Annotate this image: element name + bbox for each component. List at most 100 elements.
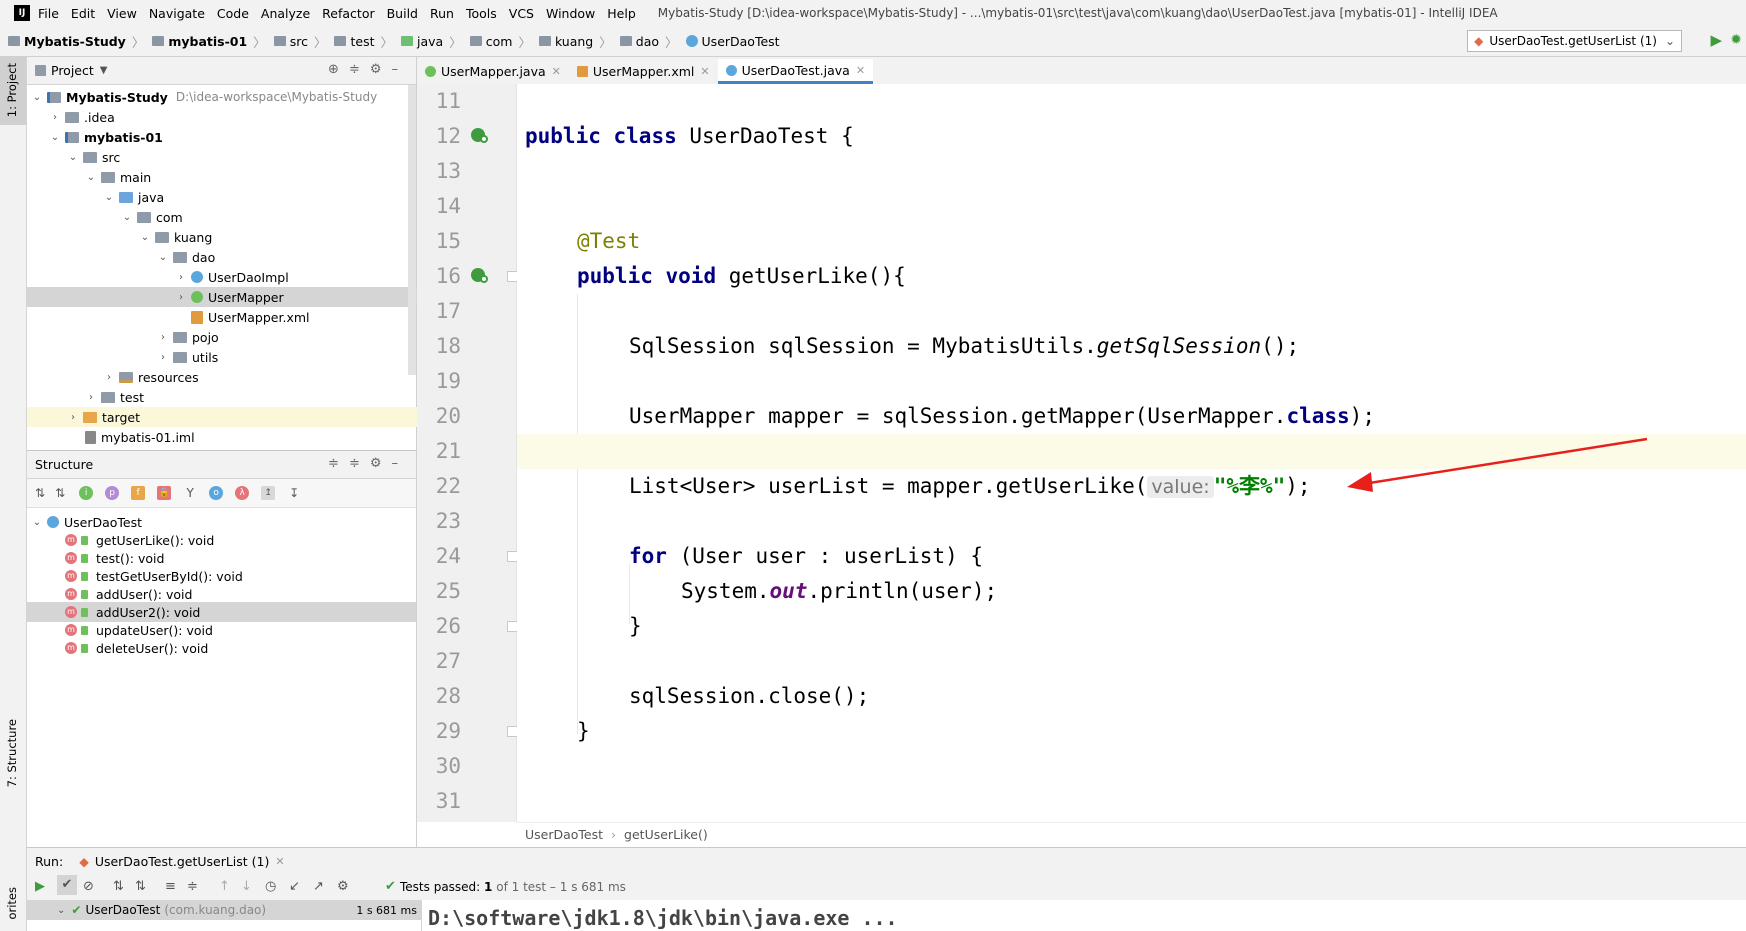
structure-method[interactable]: m updateUser(): void xyxy=(27,620,454,640)
breadcrumb-dao[interactable]: dao 〉 xyxy=(616,32,678,51)
menu-tools[interactable]: Tools xyxy=(466,6,497,21)
structure-toolbar: ⇅ ⇅ i p f 🔒 Y o λ ↥ ↧ xyxy=(27,479,416,508)
editor-breadcrumb-method[interactable]: getUserLike() xyxy=(624,827,708,842)
autoscroll-from-source-icon[interactable]: ↧ xyxy=(287,486,301,500)
collapse-all-icon[interactable]: ≑ xyxy=(187,879,198,894)
breadcrumb-test[interactable]: test 〉 xyxy=(330,32,393,51)
run-test-method-icon[interactable] xyxy=(471,268,488,283)
close-icon[interactable]: ✕ xyxy=(552,65,561,78)
tree-item-target[interactable]: › target xyxy=(27,407,456,427)
structure-method[interactable]: m test(): void xyxy=(27,548,454,568)
editor-gutter: 11 12 13 14 15 16 17 18 19 20 21 22 23 2… xyxy=(417,84,518,822)
breadcrumb-class[interactable]: UserDaoTest xyxy=(682,34,780,49)
sort-visibility-icon[interactable]: ⇅ xyxy=(55,486,65,500)
close-icon[interactable]: ✕ xyxy=(700,65,709,78)
show-lambdas-icon[interactable]: λ xyxy=(235,486,250,500)
structure-method[interactable]: m addUser(): void xyxy=(27,584,454,604)
breadcrumb-kuang[interactable]: kuang 〉 xyxy=(535,32,612,51)
next-failed-icon[interactable]: ↓ xyxy=(241,879,252,894)
menu-run[interactable]: Run xyxy=(430,6,454,21)
structure-panel-title[interactable]: Structure xyxy=(35,457,93,472)
expand-all-icon[interactable]: ≡ xyxy=(165,879,176,894)
structure-panel-tools[interactable]: ≑≑⚙– xyxy=(328,456,408,471)
code-editor[interactable]: public class UserDaoTest { @Test public … xyxy=(517,84,1746,822)
export-tests-icon[interactable]: ↗ xyxy=(313,879,324,894)
breadcrumb-src[interactable]: src 〉 xyxy=(270,32,326,51)
sort-alpha-icon[interactable]: ⇅ xyxy=(35,486,45,500)
show-fields-icon[interactable]: f xyxy=(131,486,146,500)
sort-alpha-icon[interactable]: ⇅ xyxy=(113,879,124,894)
run-icon[interactable]: ▶ xyxy=(1710,31,1722,49)
tree-item-src[interactable]: ⌄ src xyxy=(27,147,456,167)
show-anonymous-icon[interactable]: o xyxy=(209,486,224,500)
menu-file[interactable]: File xyxy=(38,6,59,21)
show-passed-icon[interactable]: ✔ xyxy=(57,875,77,895)
breadcrumb-module[interactable]: mybatis-01 〉 xyxy=(148,32,266,51)
menu-view[interactable]: View xyxy=(107,6,137,21)
project-panel-tools[interactable]: ⊕≑⚙– xyxy=(328,62,408,77)
tree-item-module[interactable]: ⌄ mybatis-01 xyxy=(27,127,438,147)
close-icon[interactable]: ✕ xyxy=(275,855,284,868)
menu-analyze[interactable]: Analyze xyxy=(261,6,310,21)
project-panel-title[interactable]: Project xyxy=(51,63,94,78)
debug-icon[interactable]: ✹ xyxy=(1730,32,1742,48)
test-result-row[interactable]: ⌄ ✔ UserDaoTest (com.kuang.dao) 1 s 681 … xyxy=(27,900,421,920)
previous-failed-icon[interactable]: ↑ xyxy=(219,879,230,894)
structure-class[interactable]: ⌄ UserDaoTest xyxy=(27,512,420,532)
sort-duration-icon[interactable]: ⇅ xyxy=(135,879,146,894)
show-ignored-icon[interactable]: ⊘ xyxy=(83,879,94,894)
tree-item-test[interactable]: › test xyxy=(27,387,474,407)
menu-edit[interactable]: Edit xyxy=(71,6,95,21)
autoscroll-to-source-icon[interactable]: ↥ xyxy=(261,486,276,500)
breadcrumb-com[interactable]: com 〉 xyxy=(466,32,531,51)
settings-gear-icon[interactable]: ⚙ xyxy=(337,879,349,894)
menu-code[interactable]: Code xyxy=(217,6,249,21)
tab-usermapper-java[interactable]: UserMapper.java ✕ xyxy=(417,59,569,84)
console-output[interactable]: D:\software\jdk1.8\jdk\bin\java.exe ... xyxy=(422,900,1746,931)
run-test-class-icon[interactable] xyxy=(471,128,488,143)
left-tool-strip: 1: Project 7: Structure orites xyxy=(0,57,27,931)
chevron-down-icon[interactable]: ▼ xyxy=(100,65,108,76)
breadcrumb-project[interactable]: Mybatis-Study 〉 xyxy=(4,32,144,51)
run-configuration-select[interactable]: ◆ UserDaoTest.getUserList (1) ⌄ xyxy=(1467,30,1682,52)
method-icon: m xyxy=(65,606,77,618)
folder-icon xyxy=(8,36,20,46)
menu-vcs[interactable]: VCS xyxy=(509,6,534,21)
structure-method[interactable]: m getUserLike(): void xyxy=(27,530,454,550)
rerun-icon[interactable]: ▶ xyxy=(35,879,45,894)
import-tests-icon[interactable]: ↙ xyxy=(289,879,300,894)
tree-item-root[interactable]: ⌄ Mybatis-Study D:\idea-workspace\Mybatis-… xyxy=(27,87,420,107)
tree-item-main[interactable]: ⌄ main xyxy=(27,167,474,187)
test-history-icon[interactable]: ◷ xyxy=(265,879,276,894)
menu-help[interactable]: Help xyxy=(607,6,636,21)
favorites-tool-tab[interactable]: orites xyxy=(5,887,19,920)
method-icon: m xyxy=(65,534,77,546)
module-icon xyxy=(152,36,165,46)
line-number: 16 xyxy=(435,264,461,288)
tree-item-idea[interactable]: › .idea xyxy=(27,107,438,127)
menu-build[interactable]: Build xyxy=(387,6,418,21)
breadcrumb-java[interactable]: java 〉 xyxy=(397,32,462,51)
show-inherited-icon[interactable]: i xyxy=(79,486,94,500)
structure-method[interactable]: m addUser2(): void xyxy=(27,602,416,622)
menu-bar: IJ File Edit View Navigate Code Analyze … xyxy=(0,0,1746,26)
structure-method[interactable]: m deleteUser(): void xyxy=(27,638,454,658)
show-lambdas-fork-icon[interactable]: Y xyxy=(183,486,197,500)
close-icon[interactable]: ✕ xyxy=(856,64,865,77)
menu-window[interactable]: Window xyxy=(546,6,595,21)
tree-item-iml[interactable]: mybatis-01.iml xyxy=(27,427,474,447)
show-non-public-icon[interactable]: 🔒 xyxy=(157,486,172,500)
editor-breadcrumb-class[interactable]: UserDaoTest xyxy=(525,827,603,842)
show-properties-icon[interactable]: p xyxy=(105,486,120,500)
project-scrollbar[interactable] xyxy=(408,85,416,375)
structure-tool-tab[interactable]: 7: Structure xyxy=(5,719,19,787)
tab-userdaotest-java[interactable]: UserDaoTest.java ✕ xyxy=(717,59,874,84)
folder-icon xyxy=(101,171,115,183)
structure-method[interactable]: m testGetUserById(): void xyxy=(27,566,454,586)
menu-refactor[interactable]: Refactor xyxy=(322,6,374,21)
run-toolbar: ▶ ✔ ⊘ ⇅ ⇅ ≡ ≑ ↑ ↓ ◷ ↙ ↗ ⚙ ✔ Tests passed… xyxy=(27,873,1746,901)
menu-navigate[interactable]: Navigate xyxy=(149,6,205,21)
project-tool-tab[interactable]: 1: Project xyxy=(5,63,19,117)
run-tab[interactable]: UserDaoTest.getUserList (1) xyxy=(95,854,270,869)
tab-usermapper-xml[interactable]: UserMapper.xml ✕ xyxy=(569,59,718,84)
